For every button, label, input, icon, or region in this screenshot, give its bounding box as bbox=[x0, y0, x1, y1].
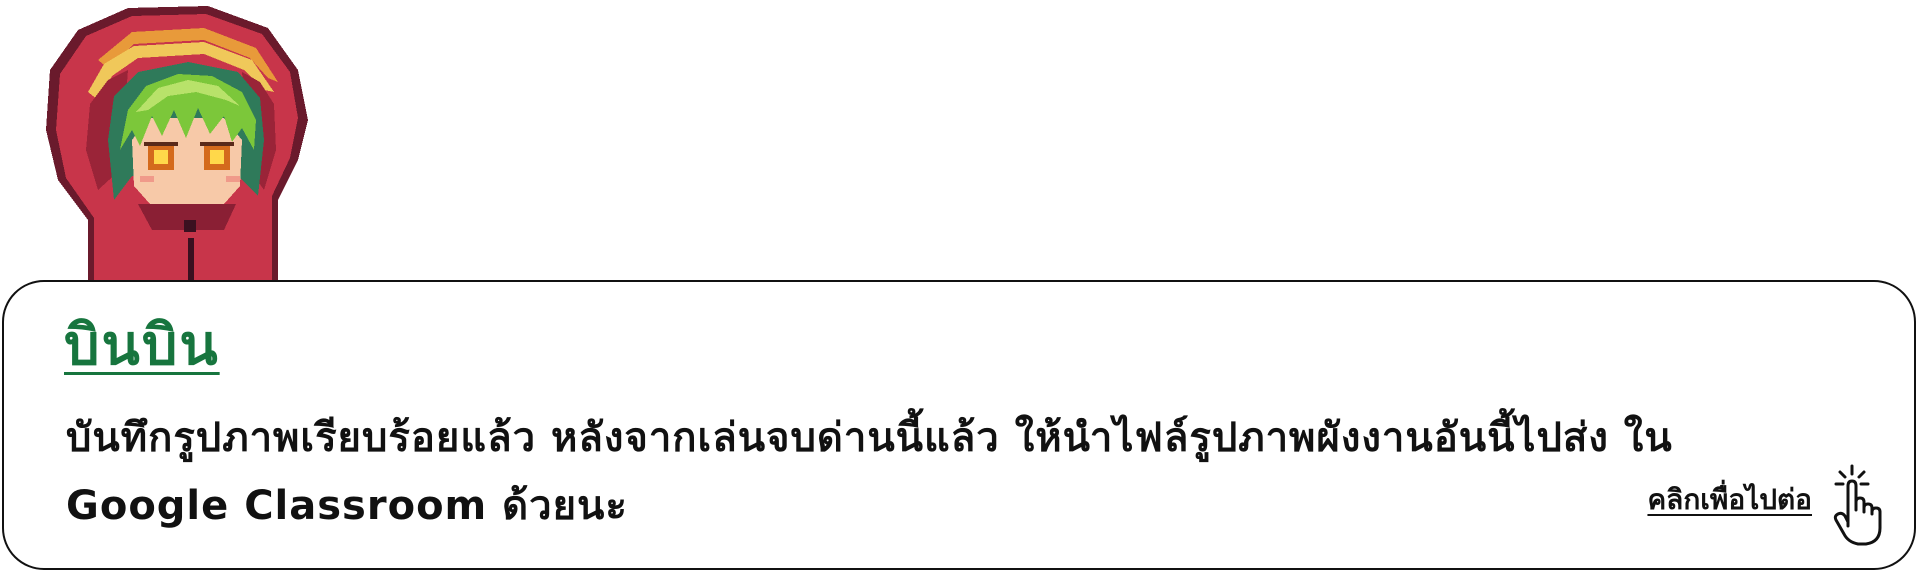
dialog-message: บันทึกรูปภาพเรียบร้อยแล้ว หลังจากเล่นจบด… bbox=[66, 415, 1673, 529]
pointing-hand-icon[interactable] bbox=[1828, 462, 1888, 548]
continue-button[interactable]: คลิกเพื่อไปต่อ bbox=[1647, 478, 1812, 522]
character-portrait bbox=[28, 0, 338, 282]
speaker-name: บินบิน bbox=[64, 313, 220, 378]
hooded-girl-icon bbox=[46, 6, 308, 282]
